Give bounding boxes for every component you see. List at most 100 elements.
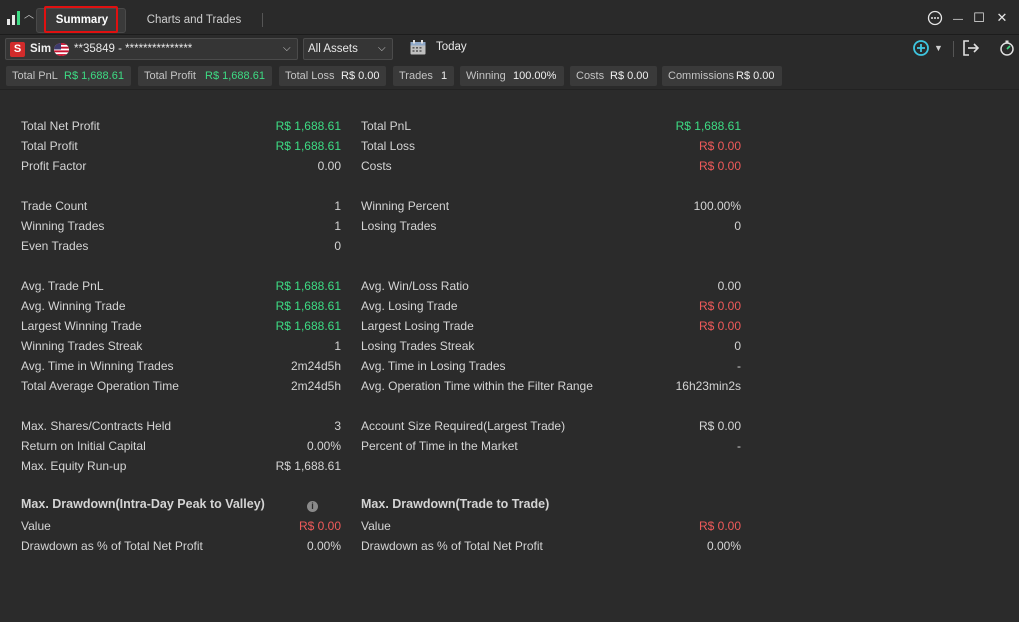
- drawdown-label: Drawdown as % of Total Net Profit: [21, 539, 203, 553]
- stat-key: Total Loss: [285, 70, 335, 82]
- stat-key: Total Profit: [144, 70, 196, 82]
- summary-row: Max. Equity Run-up R$ 1,688.61: [0, 458, 1019, 474]
- summary-label: Avg. Win/Loss Ratio: [361, 279, 469, 293]
- add-circle-icon[interactable]: [912, 39, 930, 57]
- sim-badge-icon: S: [10, 42, 25, 57]
- summary-label: Avg. Time in Winning Trades: [21, 359, 174, 373]
- summary-label: Avg. Losing Trade: [361, 299, 458, 313]
- summary-label: Total Loss: [361, 139, 416, 153]
- drawdown-row: Drawdown as % of Total Net Profit 0.00% …: [0, 538, 1019, 554]
- assets-select[interactable]: All Assets ⌵: [303, 38, 393, 60]
- summary-label: Total Profit: [21, 139, 78, 153]
- tab-charts-and-trades[interactable]: Charts and Trades: [134, 8, 254, 33]
- stat-value: 1: [441, 70, 448, 82]
- summary-value: R$ 0.00: [698, 139, 741, 153]
- summary-row: Avg. Time in Winning Trades 2m24d5h Avg.…: [0, 358, 1019, 374]
- summary-row: Total Net Profit R$ 1,688.61 Total PnL R…: [0, 118, 1019, 134]
- summary-row: Return on Initial Capital 0.00% Percent …: [0, 438, 1019, 454]
- account-select[interactable]: S Sim **35849 - *************** ⌵: [5, 38, 298, 60]
- summary-value: 1: [334, 199, 341, 213]
- summary-label: Losing Trades Streak: [361, 339, 475, 353]
- stat-total-loss: Total Loss R$ 0.00: [279, 66, 386, 86]
- stat-value: R$ 0.00: [341, 70, 380, 82]
- export-icon[interactable]: [962, 39, 980, 57]
- stat-commissions: Commissions R$ 0.00: [662, 66, 782, 86]
- summary-label: Max. Shares/Contracts Held: [21, 419, 172, 433]
- close-button[interactable]: ✕: [993, 9, 1011, 27]
- summary-label: Return on Initial Capital: [21, 439, 146, 453]
- summary-row: Winning Trades Streak 1 Losing Trades St…: [0, 338, 1019, 354]
- drawdown-row: Value R$ 0.00 Value R$ 0.00: [0, 518, 1019, 534]
- stat-key: Trades: [399, 70, 433, 82]
- summary-value: 1: [334, 339, 341, 353]
- title-bar: ︿ Summary Charts and Trades — ☐ ✕: [0, 0, 1019, 35]
- summary-label: Trade Count: [21, 199, 88, 213]
- drawdown-label: Value: [21, 519, 51, 533]
- summary-label: Winning Trades: [21, 219, 105, 233]
- summary-value: 2m24d5h: [290, 359, 341, 373]
- chevron-down-icon: ⌵: [378, 43, 386, 54]
- summary-value: 2m24d5h: [290, 379, 341, 393]
- summary-label: Largest Winning Trade: [21, 319, 142, 333]
- summary-label: Percent of Time in the Market: [361, 439, 518, 453]
- summary-value: 0.00: [317, 159, 341, 173]
- drawdown-value: R$ 0.00: [298, 519, 341, 533]
- stat-trades: Trades 1: [393, 66, 454, 86]
- summary-value: R$ 0.00: [698, 419, 741, 433]
- drawdown-intraday-title: Max. Drawdown(Intra-Day Peak to Valley): [21, 497, 265, 511]
- summary-value: R$ 0.00: [698, 159, 741, 173]
- summary-row: Largest Winning Trade R$ 1,688.61 Larges…: [0, 318, 1019, 334]
- tab-divider: [262, 13, 263, 27]
- summary-label: Even Trades: [21, 239, 89, 253]
- stat-value: R$ 0.00: [736, 70, 775, 82]
- summary-value: 0.00%: [306, 439, 341, 453]
- summary-value: 16h23min2s: [675, 379, 741, 393]
- stat-value: R$ 0.00: [610, 70, 649, 82]
- app-logo-icon[interactable]: [6, 10, 24, 26]
- minimize-button[interactable]: —: [949, 9, 967, 27]
- stopwatch-icon[interactable]: [998, 39, 1016, 57]
- summary-row: Profit Factor 0.00 Costs R$ 0.00: [0, 158, 1019, 174]
- summary-label: Profit Factor: [21, 159, 87, 173]
- summary-label: Total Average Operation Time: [21, 379, 179, 393]
- summary-label: Total PnL: [361, 119, 412, 133]
- more-icon: [927, 10, 943, 26]
- summary-label: Avg. Trade PnL: [21, 279, 104, 293]
- stat-key: Winning: [466, 70, 506, 82]
- summary-row: Max. Shares/Contracts Held 3 Account Siz…: [0, 418, 1019, 434]
- maximize-button[interactable]: ☐: [970, 9, 988, 27]
- drawdown-value: 0.00%: [306, 539, 341, 553]
- add-dropdown-caret-icon[interactable]: ▼: [934, 42, 946, 54]
- summary-label: Winning Percent: [361, 199, 450, 213]
- summary-value: -: [737, 359, 741, 373]
- summary-value: 0: [734, 339, 741, 353]
- summary-value: R$ 1,688.61: [675, 119, 741, 133]
- calendar-icon[interactable]: [410, 40, 426, 55]
- summary-value: R$ 1,688.61: [275, 459, 341, 473]
- stat-value: R$ 1,688.61: [64, 70, 124, 82]
- tab-summary-label: Summary: [55, 14, 109, 26]
- summary-value: 0: [734, 219, 741, 233]
- tab-summary[interactable]: Summary: [36, 8, 126, 33]
- stat-total-pnl: Total PnL R$ 1,688.61: [6, 66, 131, 86]
- us-flag-icon: [54, 43, 69, 56]
- summary-row: Avg. Trade PnL R$ 1,688.61 Avg. Win/Loss…: [0, 278, 1019, 294]
- summary-value: R$ 0.00: [698, 299, 741, 313]
- info-icon[interactable]: i: [307, 501, 318, 512]
- summary-row: Total Profit R$ 1,688.61 Total Loss R$ 0…: [0, 138, 1019, 154]
- assets-select-value: All Assets: [308, 43, 358, 55]
- summary-label: Losing Trades: [361, 219, 437, 233]
- summary-label: Total Net Profit: [21, 119, 100, 133]
- stat-total-profit: Total Profit R$ 1,688.61: [138, 66, 272, 86]
- summary-label: Avg. Time in Losing Trades: [361, 359, 506, 373]
- chevron-up-icon[interactable]: ︿: [24, 11, 34, 21]
- summary-row: Trade Count 1 Winning Percent 100.00%: [0, 198, 1019, 214]
- stat-winning: Winning 100.00%: [460, 66, 564, 86]
- more-options-button[interactable]: [926, 9, 944, 27]
- toolbar-divider: [953, 41, 954, 57]
- date-filter-today[interactable]: Today: [436, 41, 467, 53]
- summary-label: Avg. Operation Time within the Filter Ra…: [361, 379, 593, 393]
- summary-row: Total Average Operation Time 2m24d5h Avg…: [0, 378, 1019, 394]
- drawdown-trade-title: Max. Drawdown(Trade to Trade): [361, 497, 550, 511]
- drawdown-label: Drawdown as % of Total Net Profit: [361, 539, 543, 553]
